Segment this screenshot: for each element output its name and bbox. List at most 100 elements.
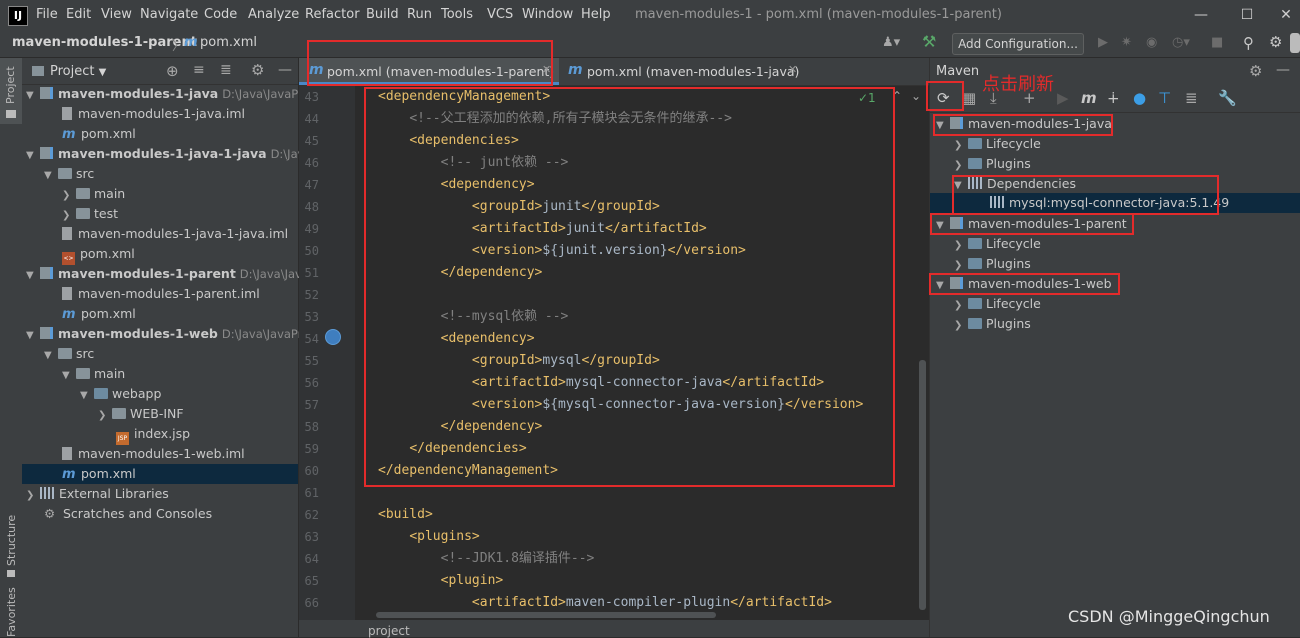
tree-file-java-1-java-iml[interactable]: maven-modules-1-java-1-java.iml xyxy=(62,224,288,244)
project-stripe-label[interactable]: Project xyxy=(4,66,17,104)
maven-lifecycle-parent[interactable]: ❯ Lifecycle xyxy=(954,234,1041,254)
maven-hide-icon[interactable]: — xyxy=(1276,62,1290,78)
tree-module-java-1-java[interactable]: ▼ maven-modules-1-java-1-java D:\Java\ xyxy=(26,144,315,164)
debug-icon[interactable]: ✷ xyxy=(1121,35,1132,50)
tree-module-web[interactable]: ▼ maven-modules-1-web D:\Java\JavaPr xyxy=(26,324,302,344)
menu-window[interactable]: Window xyxy=(522,7,573,22)
tree-folder-test[interactable]: ❯ test xyxy=(62,204,118,224)
project-view-selector[interactable]: Project ▼ xyxy=(50,64,106,79)
settings-gear-icon[interactable]: ⚙ xyxy=(1269,33,1282,51)
tab-pom-java-label[interactable]: pom.xml (maven-modules-1-java) xyxy=(587,64,799,79)
toggle-offline-mode-icon[interactable]: ∔ xyxy=(1107,89,1120,107)
maven-plugins-java[interactable]: ❯ Plugins xyxy=(954,154,1031,174)
stop-icon[interactable]: ■ xyxy=(1211,35,1223,50)
expand-all-icon[interactable]: ≡ xyxy=(193,62,205,78)
favorites-stripe-label[interactable]: Favorites xyxy=(5,587,18,637)
menu-code[interactable]: Code xyxy=(204,7,237,22)
code-line[interactable]: <!--JDK1.8编译插件--> xyxy=(378,548,595,570)
collapsed-arrow-icon[interactable]: ❯ xyxy=(954,136,968,156)
profile-icon[interactable]: ◷▾ xyxy=(1172,35,1190,50)
run-icon[interactable]: ▶ xyxy=(1098,35,1108,50)
collapsed-arrow-icon[interactable]: ❯ xyxy=(954,296,968,316)
expand-arrow-icon[interactable]: ▼ xyxy=(62,366,76,386)
tree-folder-main[interactable]: ❯ main xyxy=(62,184,125,204)
tree-folder-web-src[interactable]: ▼ src xyxy=(44,344,94,364)
tree-file-parent-iml[interactable]: maven-modules-1-parent.iml xyxy=(62,284,260,304)
maven-settings-gear-icon[interactable]: ⚙ xyxy=(1249,62,1262,80)
collapsed-arrow-icon[interactable]: ❯ xyxy=(62,186,76,206)
maven-plugins-web[interactable]: ❯ Plugins xyxy=(954,314,1031,334)
expand-arrow-icon[interactable]: ▼ xyxy=(26,146,40,166)
tree-file-java-1-java-pom[interactable]: <> pom.xml xyxy=(62,244,135,265)
code-line[interactable]: <build> xyxy=(378,504,433,526)
panel-settings-gear-icon[interactable]: ⚙ xyxy=(251,61,264,79)
menu-tools[interactable]: Tools xyxy=(441,7,473,22)
tree-folder-src[interactable]: ▼ src xyxy=(44,164,94,184)
add-maven-project-icon[interactable]: + xyxy=(1023,89,1036,107)
tree-file-parent-pom[interactable]: m pom.xml xyxy=(62,304,136,324)
code-line[interactable]: <artifactId>maven-compiler-plugin</artif… xyxy=(378,592,832,614)
expand-arrow-icon[interactable]: ▼ xyxy=(44,346,58,366)
maven-lifecycle-web[interactable]: ❯ Lifecycle xyxy=(954,294,1041,314)
breadcrumb-file[interactable]: pom.xml xyxy=(200,35,257,50)
search-icon[interactable]: ⚲ xyxy=(1243,34,1254,52)
maven-settings-wrench-icon[interactable]: 🔧 xyxy=(1218,89,1237,107)
maximize-icon[interactable]: ☐ xyxy=(1236,4,1258,26)
run-maven-build-icon[interactable]: ▶ xyxy=(1057,89,1069,107)
show-dependencies-icon[interactable]: ⊤ xyxy=(1158,89,1171,107)
menu-edit[interactable]: Edit xyxy=(66,7,91,22)
menu-run[interactable]: Run xyxy=(407,7,432,22)
locate-file-icon[interactable]: ⊕ xyxy=(166,62,179,80)
maven-plugins-parent[interactable]: ❯ Plugins xyxy=(954,254,1031,274)
collapse-all-icon[interactable]: ≣ xyxy=(220,62,232,78)
menu-refactor[interactable]: Refactor xyxy=(305,7,360,22)
collapsed-arrow-icon[interactable]: ❯ xyxy=(62,206,76,226)
breadcrumb-project[interactable]: maven-modules-1-parent xyxy=(12,35,197,50)
tree-file-index-jsp[interactable]: JSP index.jsp xyxy=(116,424,190,445)
expand-arrow-icon[interactable]: ▼ xyxy=(26,86,40,106)
minimize-icon[interactable]: — xyxy=(1190,4,1212,26)
structure-stripe-label[interactable]: Structure xyxy=(5,515,18,566)
tree-file-java-pom[interactable]: m pom.xml xyxy=(62,124,136,144)
menu-build[interactable]: Build xyxy=(366,7,399,22)
code-line[interactable]: <plugin> xyxy=(378,570,504,592)
tab-close-icon[interactable]: ✕ xyxy=(788,63,797,76)
horizontal-scrollbar[interactable] xyxy=(376,612,716,618)
tree-file-web-iml[interactable]: maven-modules-1-web.iml xyxy=(62,444,245,464)
tree-folder-web-main[interactable]: ▼ main xyxy=(62,364,125,384)
execute-maven-goal-icon[interactable]: m xyxy=(1081,89,1097,107)
generate-sources-icon[interactable]: ▦ xyxy=(962,89,976,107)
avatar[interactable] xyxy=(1290,33,1300,53)
override-gutter-icon[interactable] xyxy=(325,329,341,345)
menu-analyze[interactable]: Analyze xyxy=(248,7,299,22)
collapse-all-icon[interactable]: ≣ xyxy=(1185,89,1198,107)
tree-module-java[interactable]: ▼ maven-modules-1-java D:\Java\JavaPr xyxy=(26,84,303,104)
user-icon[interactable]: ♟▾ xyxy=(882,35,900,50)
tree-file-web-pom[interactable]: m pom.xml xyxy=(62,464,136,484)
expand-arrow-icon[interactable]: ▼ xyxy=(44,166,58,186)
expand-arrow-icon[interactable]: ▼ xyxy=(26,326,40,346)
tree-file-java-iml[interactable]: maven-modules-1-java.iml xyxy=(62,104,245,124)
tree-folder-web-inf[interactable]: ❯ WEB-INF xyxy=(98,404,184,424)
tree-folder-webapp[interactable]: ▼ webapp xyxy=(80,384,161,404)
download-sources-icon[interactable]: ⤓ xyxy=(990,89,997,107)
expand-arrow-icon[interactable]: ▼ xyxy=(26,266,40,286)
tree-external-libraries[interactable]: ❯ External Libraries xyxy=(26,484,169,504)
hide-panel-icon[interactable]: — xyxy=(278,62,292,78)
tree-scratches[interactable]: ⚙ Scratches and Consoles xyxy=(44,504,212,524)
vertical-scrollbar[interactable] xyxy=(919,360,926,610)
menu-vcs[interactable]: VCS xyxy=(487,7,513,22)
coverage-icon[interactable]: ◉ xyxy=(1146,35,1157,50)
tree-module-parent[interactable]: ▼ maven-modules-1-parent D:\Java\Java xyxy=(26,264,309,284)
editor-breadcrumb-project[interactable]: project xyxy=(368,624,410,638)
collapsed-arrow-icon[interactable]: ❯ xyxy=(26,486,40,506)
menu-navigate[interactable]: Navigate xyxy=(140,7,198,22)
maven-lifecycle-java[interactable]: ❯ Lifecycle xyxy=(954,134,1041,154)
add-configuration-button[interactable]: Add Configuration... xyxy=(952,33,1084,55)
build-hammer-icon[interactable]: ⚒ xyxy=(922,32,936,51)
close-icon[interactable]: ✕ xyxy=(1275,4,1297,26)
collapsed-arrow-icon[interactable]: ❯ xyxy=(954,236,968,256)
expand-arrow-icon[interactable]: ▼ xyxy=(80,386,94,406)
menu-help[interactable]: Help xyxy=(581,7,611,22)
chevron-down-icon[interactable]: ⌄ xyxy=(911,89,921,103)
